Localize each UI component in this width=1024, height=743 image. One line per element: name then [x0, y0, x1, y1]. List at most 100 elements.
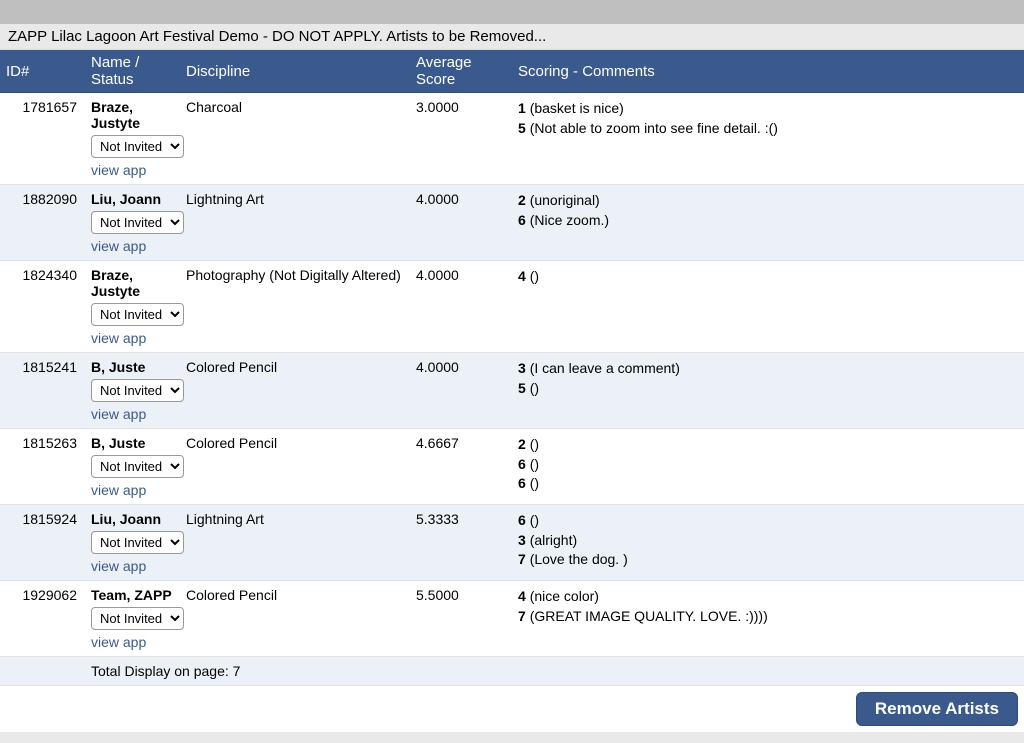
view-app-link[interactable]: view app [91, 330, 146, 346]
artist-name: Braze, Justyte [91, 99, 174, 131]
footer-gray [0, 735, 1024, 743]
comment-line: 4 (nice color) [518, 587, 1018, 607]
table-row: 1824340Braze, JustyteNot Invitedview app… [0, 261, 1024, 353]
comment-text: () [530, 512, 539, 528]
comments-cell: 2 ()6 ()6 () [512, 429, 1024, 505]
col-id[interactable]: ID# [0, 50, 85, 93]
artists-table: ID# Name / Status Discipline Average Sco… [0, 50, 1024, 735]
status-select[interactable]: Not Invited [91, 135, 184, 158]
comment-text: () [530, 380, 539, 396]
application-id: 1929062 [0, 581, 85, 657]
comment-score: 3 [518, 360, 526, 376]
comment-score: 7 [518, 608, 526, 624]
comment-text: () [530, 268, 539, 284]
table-row: 1929062Team, ZAPPNot Invitedview appColo… [0, 581, 1024, 657]
name-status-cell: Braze, JustyteNot Invitedview app [85, 93, 180, 185]
application-id: 1781657 [0, 93, 85, 185]
table-row: 1781657Braze, JustyteNot Invitedview app… [0, 93, 1024, 185]
comment-line: 2 () [518, 435, 1018, 455]
artist-name: Team, ZAPP [91, 587, 174, 603]
comments-cell: 4 () [512, 261, 1024, 353]
comment-text: () [530, 456, 539, 472]
comment-score: 6 [518, 475, 526, 491]
col-avg[interactable]: Average Score [410, 50, 512, 93]
view-app-link[interactable]: view app [91, 238, 146, 254]
table-row: 1815241B, JusteNot Invitedview appColore… [0, 353, 1024, 429]
artist-name: B, Juste [91, 435, 174, 451]
comment-line: 6 () [518, 474, 1018, 494]
comment-line: 6 (Nice zoom.) [518, 211, 1018, 231]
avg-score-cell: 5.3333 [410, 505, 512, 581]
comment-score: 2 [518, 436, 526, 452]
view-app-link[interactable]: view app [91, 482, 146, 498]
view-app-link[interactable]: view app [91, 634, 146, 650]
comments-cell: 3 (I can leave a comment)5 () [512, 353, 1024, 429]
name-status-cell: Liu, JoannNot Invitedview app [85, 185, 180, 261]
total-display: Total Display on page: 7 [85, 657, 1024, 686]
comments-cell: 6 ()3 (alright)7 (Love the dog. ) [512, 505, 1024, 581]
avg-score-cell: 4.0000 [410, 261, 512, 353]
discipline-cell: Colored Pencil [180, 581, 410, 657]
comment-text: (GREAT IMAGE QUALITY. LOVE. :)))) [530, 608, 768, 624]
comment-line: 7 (GREAT IMAGE QUALITY. LOVE. :)))) [518, 607, 1018, 627]
comment-score: 5 [518, 120, 526, 136]
status-select[interactable]: Not Invited [91, 303, 184, 326]
col-discipline[interactable]: Discipline [180, 50, 410, 93]
name-status-cell: B, JusteNot Invitedview app [85, 353, 180, 429]
col-scoring[interactable]: Scoring - Comments [512, 50, 1024, 93]
name-status-cell: Braze, JustyteNot Invitedview app [85, 261, 180, 353]
status-select[interactable]: Not Invited [91, 211, 184, 234]
comment-score: 4 [518, 588, 526, 604]
artist-name: Braze, Justyte [91, 267, 174, 299]
comment-score: 5 [518, 380, 526, 396]
top-gray-bar [0, 0, 1024, 24]
comments-cell: 4 (nice color)7 (GREAT IMAGE QUALITY. LO… [512, 581, 1024, 657]
comment-line: 7 (Love the dog. ) [518, 550, 1018, 570]
comments-cell: 2 (unoriginal)6 (Nice zoom.) [512, 185, 1024, 261]
avg-score-cell: 4.6667 [410, 429, 512, 505]
discipline-cell: Lightning Art [180, 505, 410, 581]
name-status-cell: Liu, JoannNot Invitedview app [85, 505, 180, 581]
comment-score: 4 [518, 268, 526, 284]
comment-text: (unoriginal) [530, 192, 600, 208]
table-row: 1815263B, JusteNot Invitedview appColore… [0, 429, 1024, 505]
status-select[interactable]: Not Invited [91, 455, 184, 478]
col-name[interactable]: Name / Status [85, 50, 180, 93]
discipline-cell: Colored Pencil [180, 429, 410, 505]
view-app-link[interactable]: view app [91, 558, 146, 574]
comment-text: (nice color) [530, 588, 599, 604]
page-title: ZAPP Lilac Lagoon Art Festival Demo - DO… [0, 24, 1024, 50]
comment-text: () [530, 475, 539, 491]
table-row: 1815924Liu, JoannNot Invitedview appLigh… [0, 505, 1024, 581]
application-id: 1882090 [0, 185, 85, 261]
comment-line: 6 () [518, 511, 1018, 531]
view-app-link[interactable]: view app [91, 406, 146, 422]
comment-score: 6 [518, 456, 526, 472]
artist-name: Liu, Joann [91, 191, 174, 207]
application-id: 1815241 [0, 353, 85, 429]
comment-text: (Nice zoom.) [530, 212, 609, 228]
comment-text: (alright) [530, 532, 577, 548]
name-status-cell: B, JusteNot Invitedview app [85, 429, 180, 505]
comment-score: 2 [518, 192, 526, 208]
comment-score: 1 [518, 100, 526, 116]
comment-text: (basket is nice) [530, 100, 624, 116]
comment-text: (Not able to zoom into see fine detail. … [530, 120, 778, 136]
name-status-cell: Team, ZAPPNot Invitedview app [85, 581, 180, 657]
status-select[interactable]: Not Invited [91, 607, 184, 630]
comment-score: 6 [518, 212, 526, 228]
artist-name: Liu, Joann [91, 511, 174, 527]
status-select[interactable]: Not Invited [91, 379, 184, 402]
artist-name: B, Juste [91, 359, 174, 375]
view-app-link[interactable]: view app [91, 162, 146, 178]
comments-cell: 1 (basket is nice)5 (Not able to zoom in… [512, 93, 1024, 185]
remove-artists-button[interactable]: Remove Artists [856, 692, 1018, 726]
discipline-cell: Lightning Art [180, 185, 410, 261]
comment-line: 1 (basket is nice) [518, 99, 1018, 119]
comment-line: 2 (unoriginal) [518, 191, 1018, 211]
comment-line: 3 (alright) [518, 531, 1018, 551]
avg-score-cell: 5.5000 [410, 581, 512, 657]
status-select[interactable]: Not Invited [91, 531, 184, 554]
application-id: 1824340 [0, 261, 85, 353]
comment-text: () [530, 436, 539, 452]
